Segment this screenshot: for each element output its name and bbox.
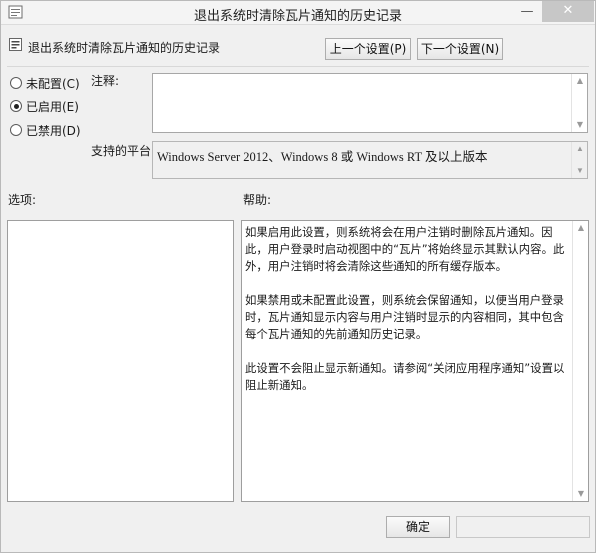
- help-paragraph: 如果启用此设置，则系统将会在用户注销时删除瓦片通知。因此，用户登录时启动视图中的…: [245, 225, 565, 273]
- radio-not-configured[interactable]: 未配置(C): [10, 75, 80, 91]
- divider: [7, 66, 589, 67]
- radio-label: 未配置(C): [26, 76, 80, 91]
- radio-enabled[interactable]: 已启用(E): [10, 98, 79, 114]
- title-bar: 退出系统时清除瓦片通知的历史记录 — ✕: [1, 1, 595, 25]
- help-paragraph: 此设置不会阻止显示新通知。请参阅“关闭应用程序通知”设置以阻止新通知。: [245, 361, 565, 392]
- scroll-down-icon[interactable]: ▼: [572, 120, 588, 130]
- help-label: 帮助:: [243, 193, 272, 207]
- help-paragraph: 如果禁用或未配置此设置，则系统会保留通知，以便当用户登录时，瓦片通知显示内容与用…: [245, 293, 564, 341]
- radio-label: 已禁用(D): [26, 123, 81, 138]
- platform-value: Windows Server 2012、Windows 8 或 Windows …: [157, 150, 488, 164]
- ok-button[interactable]: 确定: [386, 516, 450, 538]
- close-button[interactable]: ✕: [542, 1, 594, 22]
- setting-title: 退出系统时清除瓦片通知的历史记录: [28, 41, 221, 55]
- radio-circle[interactable]: [10, 124, 22, 136]
- scroll-up-icon[interactable]: ▲: [572, 144, 588, 154]
- comment-scrollbar[interactable]: ▲ ▼: [571, 74, 587, 132]
- platform-label: 支持的平台:: [91, 144, 156, 158]
- radio-disabled[interactable]: 已禁用(D): [10, 122, 81, 138]
- scroll-down-icon[interactable]: ▼: [573, 489, 589, 499]
- setting-icon: [9, 38, 22, 51]
- previous-setting-button[interactable]: 上一个设置(P): [325, 38, 411, 60]
- scroll-down-icon[interactable]: ▼: [572, 166, 588, 176]
- scroll-up-icon[interactable]: ▲: [573, 223, 589, 233]
- options-label: 选项:: [8, 193, 37, 207]
- cancel-button[interactable]: [456, 516, 590, 538]
- platform-field: Windows Server 2012、Windows 8 或 Windows …: [152, 141, 588, 179]
- radio-circle[interactable]: [10, 100, 22, 112]
- policy-dialog: 退出系统时清除瓦片通知的历史记录 — ✕ 退出系统时清除瓦片通知的历史记录 上一…: [0, 0, 596, 553]
- radio-label: 已启用(E): [26, 99, 79, 114]
- comment-label: 注释:: [91, 74, 120, 88]
- minimize-button[interactable]: —: [516, 3, 538, 21]
- platform-scrollbar[interactable]: ▲ ▼: [571, 142, 587, 178]
- radio-circle[interactable]: [10, 77, 22, 89]
- window-title: 退出系统时清除瓦片通知的历史记录: [193, 9, 402, 24]
- next-setting-button[interactable]: 下一个设置(N): [417, 38, 503, 60]
- scroll-up-icon[interactable]: ▲: [572, 76, 588, 86]
- comment-textarea[interactable]: ▲ ▼: [152, 73, 588, 133]
- options-panel: [7, 220, 234, 502]
- help-scrollbar[interactable]: ▲ ▼: [572, 221, 588, 501]
- help-panel: 如果启用此设置，则系统将会在用户注销时删除瓦片通知。因此，用户登录时启动视图中的…: [241, 220, 589, 502]
